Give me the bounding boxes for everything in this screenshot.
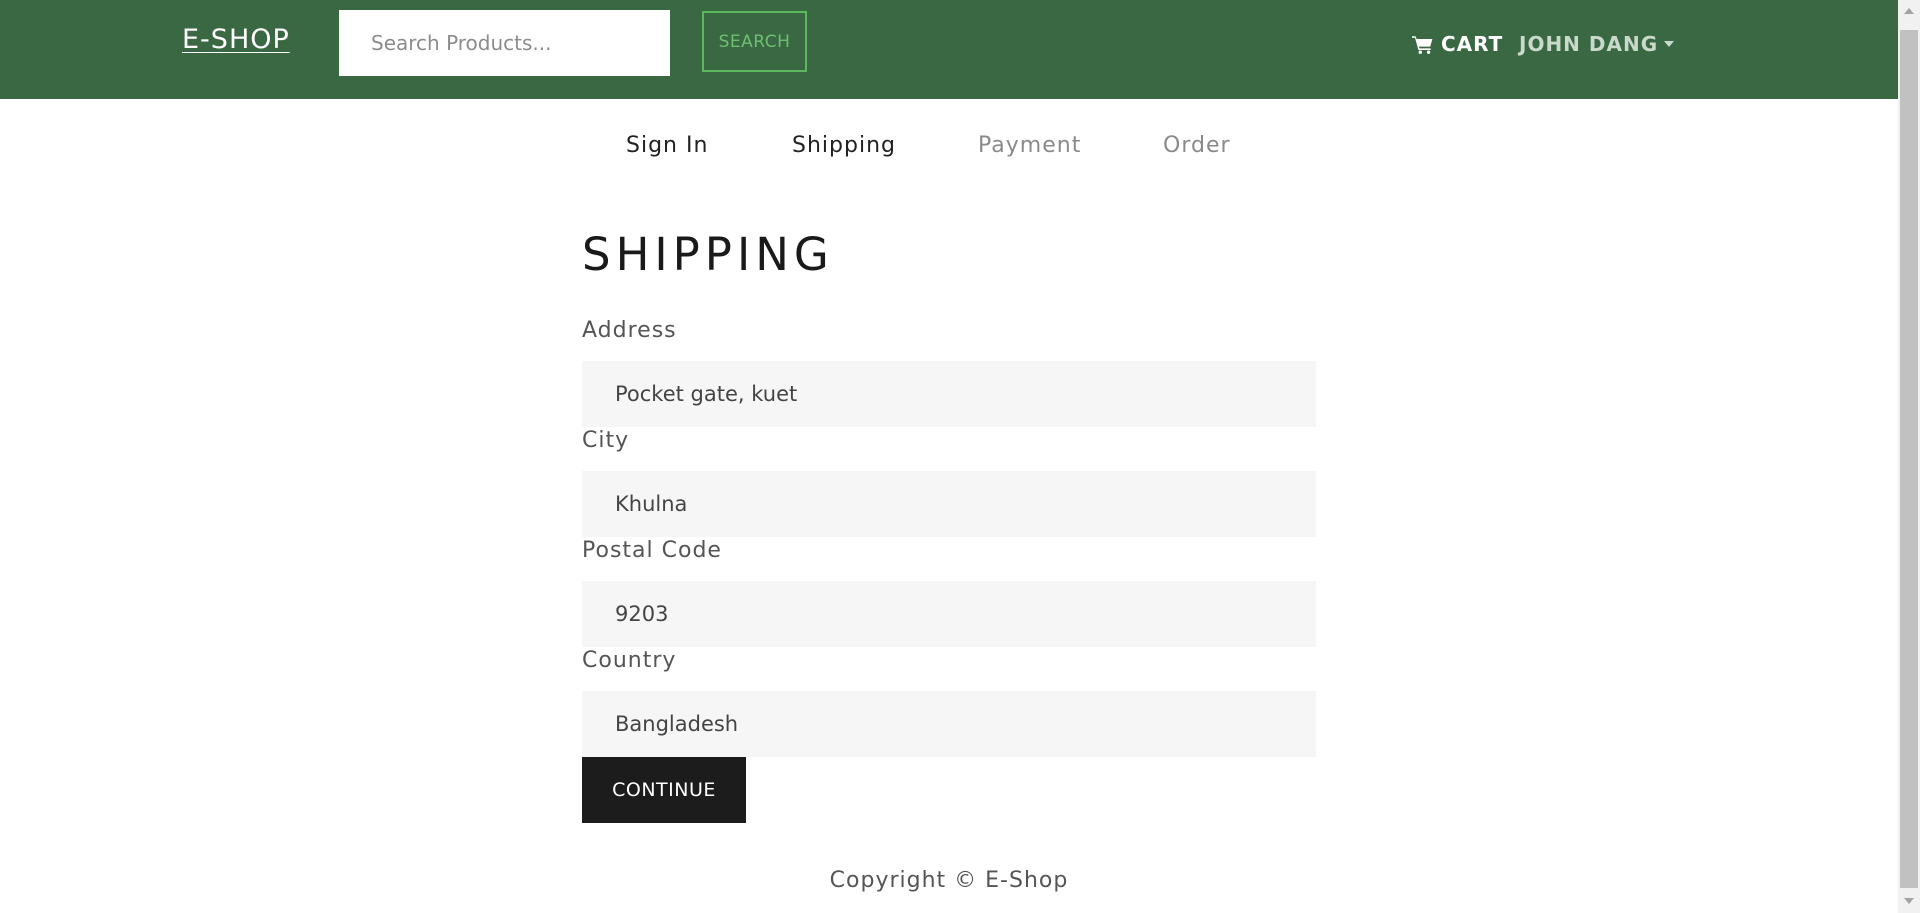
cart-link[interactable]: CART (1412, 30, 1503, 58)
navbar: E-SHOP SEARCH CART JOHN DANG (0, 0, 1898, 99)
shopping-cart-icon (1412, 35, 1433, 54)
page-title: SHIPPING (582, 228, 834, 281)
scrollbar-thumb[interactable] (1900, 30, 1918, 888)
country-field[interactable] (582, 691, 1316, 757)
search-button[interactable]: SEARCH (702, 11, 807, 72)
caret-down-icon (1664, 41, 1675, 47)
continue-button[interactable]: CONTINUE (582, 757, 746, 823)
scroll-up-arrow-icon[interactable] (1904, 8, 1914, 14)
footer-copyright: Copyright © E-Shop (829, 868, 1069, 893)
address-label: Address (582, 318, 677, 343)
country-label: Country (582, 648, 677, 673)
city-field[interactable] (582, 471, 1316, 537)
step-order: Order (1163, 133, 1231, 158)
postal-code-label: Postal Code (582, 538, 722, 563)
user-menu-dropdown[interactable]: JOHN DANG (1519, 30, 1675, 58)
city-label: City (582, 428, 630, 453)
step-shipping[interactable]: Shipping (792, 133, 896, 158)
step-payment: Payment (978, 133, 1082, 158)
brand-logo-link[interactable]: E-SHOP (182, 24, 290, 55)
user-name: JOHN DANG (1519, 32, 1659, 56)
scroll-down-arrow-icon[interactable] (1904, 898, 1914, 904)
step-sign-in[interactable]: Sign In (626, 133, 708, 158)
page: E-SHOP SEARCH CART JOHN DANG Sign In Shi… (0, 0, 1898, 913)
vertical-scrollbar[interactable] (1898, 0, 1920, 913)
postal-code-field[interactable] (582, 581, 1316, 647)
search-input[interactable] (339, 10, 670, 76)
cart-label: CART (1441, 32, 1504, 56)
address-field[interactable] (582, 361, 1316, 427)
